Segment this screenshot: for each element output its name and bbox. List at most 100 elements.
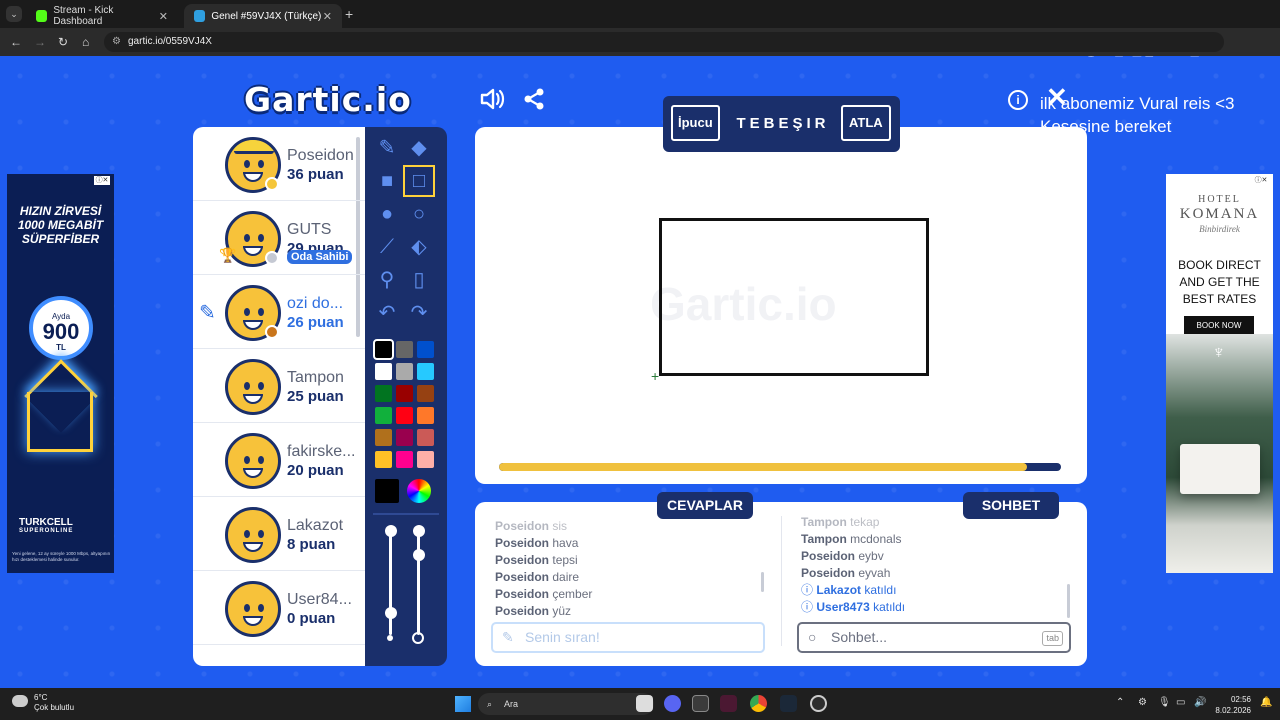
color-swatch[interactable] (375, 451, 392, 468)
network-icon[interactable]: ▭ (1176, 697, 1185, 708)
player-score: 8 puan (287, 536, 336, 553)
task-view-icon[interactable] (636, 695, 653, 712)
home-icon[interactable]: ⌂ (82, 35, 89, 49)
player-row[interactable]: Lakazot 8 puan (193, 497, 365, 571)
current-word: TEBEŞIR (736, 115, 830, 132)
answer-input[interactable]: ✎ Senin sıran! (491, 622, 765, 653)
color-swatch[interactable] (417, 385, 434, 402)
player-row[interactable]: ✎ ozi do... 26 puan (193, 275, 365, 349)
app-icon[interactable] (720, 695, 737, 712)
ad-choices-icon[interactable]: ⓘ✕ (1253, 176, 1269, 185)
discord-icon[interactable] (664, 695, 681, 712)
back-icon[interactable]: ← (10, 35, 22, 49)
blank-page-icon[interactable]: ▯ (406, 267, 432, 293)
drawing-canvas[interactable]: Gartic.io + (475, 127, 1087, 484)
search-icon: ⌕ (487, 699, 493, 709)
forward-icon[interactable]: → (34, 35, 46, 49)
close-tab-icon[interactable]: ✕ (159, 10, 168, 23)
player-row[interactable]: fakirske... 20 puan (193, 423, 365, 497)
start-button[interactable] (455, 696, 471, 712)
color-swatch[interactable] (417, 429, 434, 446)
player-row[interactable]: Tampon 25 puan (193, 349, 365, 423)
color-swatch[interactable] (417, 341, 434, 358)
undo-icon[interactable]: ↶ (374, 300, 400, 326)
new-tab-icon[interactable]: + (345, 6, 353, 22)
notification-icon[interactable]: 🔔 (1260, 697, 1272, 708)
hint-button[interactable]: İpucu (671, 105, 720, 141)
color-swatch[interactable] (375, 407, 392, 424)
url-field[interactable]: ⚙ gartic.io/0559VJ4X (104, 32, 1224, 52)
right-ad-banner[interactable]: ⓘ✕ HOTEL KOMANA Binbirdirek BOOK DIRECT … (1166, 174, 1273, 573)
book-now-button[interactable]: BOOK NOW (1184, 316, 1254, 335)
filled-circle-icon[interactable]: ● (374, 201, 400, 227)
close-tab-icon[interactable]: ✕ (323, 10, 332, 23)
color-swatch[interactable] (375, 385, 392, 402)
gartic-logo[interactable]: Gartic.io (244, 80, 412, 119)
fill-bucket-icon[interactable]: ⬖ (406, 234, 432, 260)
ad-choices-icon[interactable]: ⓘ✕ (94, 176, 110, 185)
system-clock[interactable]: 02:56 8.02.2026 (1215, 694, 1251, 716)
color-swatch[interactable] (396, 385, 413, 402)
chat-input[interactable]: ○ Sohbet... tab (797, 622, 1071, 653)
opacity-slider-knob[interactable] (413, 525, 425, 537)
taskbar-search[interactable]: ⌕ Ara (478, 693, 654, 715)
speaker-icon[interactable] (480, 87, 506, 117)
color-swatch[interactable] (396, 407, 413, 424)
outline-circle-icon[interactable]: ○ (406, 201, 432, 227)
reload-icon[interactable]: ↻ (58, 35, 68, 49)
size-slider-knob[interactable] (385, 525, 397, 537)
url-text: gartic.io/0559VJ4X (128, 36, 212, 47)
color-swatch[interactable] (417, 363, 434, 380)
tray-chevron-icon[interactable]: ⌃ (1116, 697, 1124, 708)
status-dot (265, 251, 279, 265)
color-swatch[interactable] (375, 363, 392, 380)
color-swatch[interactable] (373, 339, 394, 360)
skip-button[interactable]: ATLA (841, 105, 891, 141)
answers-scrollbar[interactable] (761, 572, 764, 592)
size-slider-track[interactable] (389, 535, 392, 635)
info-icon[interactable]: i (1008, 90, 1028, 110)
app-icon[interactable] (692, 695, 709, 712)
chat-scrollbar[interactable] (1067, 584, 1070, 618)
tray-icon[interactable]: ⚙ (1138, 697, 1147, 708)
round-timer-bar (499, 463, 1061, 471)
left-ad-banner[interactable]: ⓘ✕ HIZIN ZİRVESİ 1000 MEGABİT SÜPERFİBER… (7, 174, 114, 573)
color-swatch[interactable] (396, 363, 413, 380)
mic-icon[interactable]: 🎙 (1158, 697, 1171, 708)
filled-square-icon[interactable]: ■ (374, 168, 400, 194)
outline-square-icon[interactable]: □ (403, 165, 435, 197)
player-row[interactable]: User84... 0 puan (193, 571, 365, 645)
app-icon[interactable] (810, 695, 827, 712)
pencil-icon[interactable]: ✎ (374, 135, 400, 161)
color-swatch[interactable] (396, 429, 413, 446)
color-swatch[interactable] (375, 429, 392, 446)
player-row[interactable]: Poseidon 36 puan (193, 127, 365, 201)
size-slider-handle[interactable] (385, 607, 397, 619)
room-owner-badge: Oda Sahibi (287, 250, 353, 264)
site-info-icon[interactable]: ⚙ (112, 32, 121, 52)
redo-icon[interactable]: ↷ (406, 300, 432, 326)
color-swatch[interactable] (396, 451, 413, 468)
answer-message: Poseidon hava (495, 536, 579, 550)
brush-size-preview-small (387, 635, 393, 641)
chrome-icon[interactable] (750, 695, 767, 712)
close-icon[interactable]: ✕ (1046, 82, 1068, 113)
steam-icon[interactable] (780, 695, 797, 712)
tab-list-button[interactable]: ⌄ (6, 6, 22, 22)
color-wheel-icon[interactable] (407, 479, 431, 503)
volume-icon[interactable]: 🔊 (1194, 697, 1206, 708)
eraser-icon[interactable]: ◆ (406, 135, 432, 161)
tab-gartic[interactable]: Genel #59VJ4X (Türkçe) - Gartic ✕ (184, 4, 342, 28)
color-swatch[interactable] (396, 341, 413, 358)
player-score: 36 puan (287, 166, 344, 183)
opacity-slider-handle[interactable] (413, 549, 425, 561)
eyedropper-icon[interactable]: ⚲ (374, 267, 400, 293)
color-swatch[interactable] (417, 451, 434, 468)
player-row[interactable]: 🏆 GUTS 29 puan Oda Sahibi (193, 201, 365, 275)
join-notice: ⓘ Lakazot katıldı (801, 583, 897, 597)
share-icon[interactable] (523, 88, 545, 116)
color-swatch[interactable] (417, 407, 434, 424)
tab-kick-dashboard[interactable]: Stream - Kick Dashboard ✕ (26, 4, 178, 28)
drawing-pencil-icon: ✎ (199, 302, 216, 324)
line-icon[interactable]: ⟋ (374, 234, 400, 260)
